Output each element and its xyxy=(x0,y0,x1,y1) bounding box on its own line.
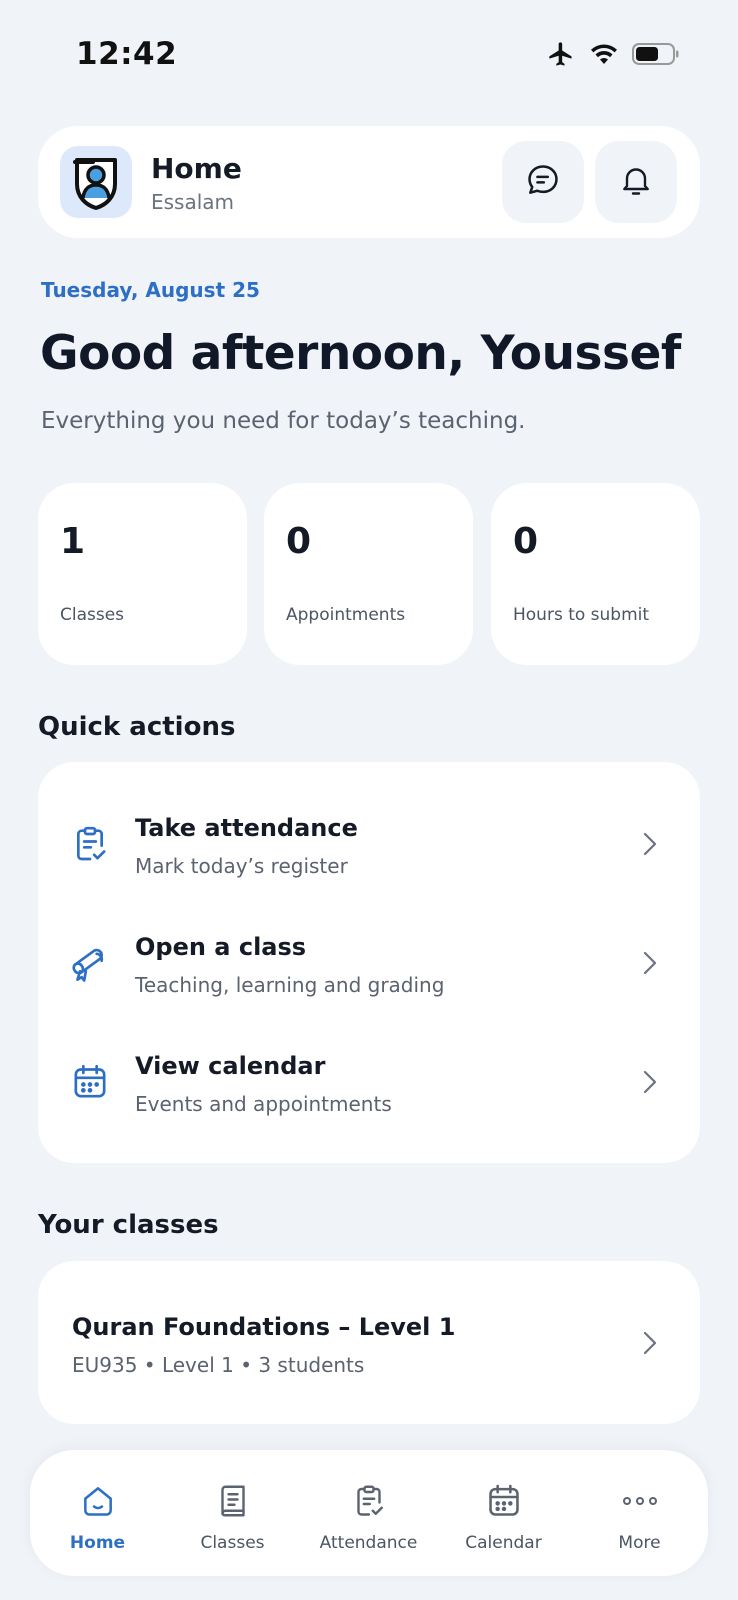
nav-item-attendance[interactable]: Attendance xyxy=(301,1450,436,1576)
stat-label: Appointments xyxy=(286,605,406,625)
bottom-nav: Home Classes Attendance Calendar More xyxy=(30,1450,708,1576)
calendar-icon xyxy=(436,1480,571,1522)
nav-label: Home xyxy=(69,1533,126,1553)
nav-label: Classes xyxy=(200,1533,265,1553)
quick-action-view-calendar[interactable]: View calendar Events and appointments xyxy=(38,1030,700,1140)
stat-card-appointments[interactable]: 0 Appointments xyxy=(264,483,473,665)
page-title: Home xyxy=(151,152,242,185)
quick-action-open-class[interactable]: Open a class Teaching, learning and grad… xyxy=(38,911,700,1021)
quick-actions-title: Quick actions xyxy=(38,712,236,742)
quick-action-description: Teaching, learning and grading xyxy=(135,973,445,997)
status-time: 12:42 xyxy=(76,36,178,72)
stat-value: 0 xyxy=(286,521,312,562)
greeting-subtitle: Everything you need for today’s teaching… xyxy=(41,408,526,434)
clipboard-check-icon xyxy=(68,822,112,866)
stat-value: 0 xyxy=(513,521,539,562)
quick-actions-card: Take attendance Mark today’s register Op… xyxy=(38,762,700,1163)
quick-action-label: Take attendance xyxy=(135,814,358,842)
chevron-right-icon xyxy=(638,1325,662,1361)
class-name: Quran Foundations – Level 1 xyxy=(72,1313,456,1341)
stat-value: 1 xyxy=(60,521,86,562)
diploma-icon xyxy=(68,941,112,985)
nav-label: More xyxy=(618,1533,661,1553)
chevron-right-icon xyxy=(638,945,662,981)
stat-card-hours-to-submit[interactable]: 0 Hours to submit xyxy=(491,483,700,665)
school-logo-icon xyxy=(60,146,132,218)
your-classes-title: Your classes xyxy=(38,1210,219,1240)
quick-action-description: Mark today’s register xyxy=(135,854,348,878)
class-card[interactable]: Quran Foundations – Level 1 EU935 • Leve… xyxy=(38,1261,700,1424)
messages-button[interactable] xyxy=(502,141,584,223)
stat-label: Hours to submit xyxy=(513,605,650,625)
nav-item-calendar[interactable]: Calendar xyxy=(436,1450,571,1576)
current-date: Tuesday, August 25 xyxy=(41,278,260,302)
nav-label: Calendar xyxy=(465,1533,542,1553)
airplane-mode-icon xyxy=(546,40,576,68)
clipboard-check-icon xyxy=(301,1480,436,1522)
stat-card-classes[interactable]: 1 Classes xyxy=(38,483,247,665)
calendar-icon xyxy=(68,1060,112,1104)
nav-item-classes[interactable]: Classes xyxy=(165,1450,300,1576)
chevron-right-icon xyxy=(638,826,662,862)
greeting-heading: Good afternoon, Youssef xyxy=(40,326,681,381)
battery-icon xyxy=(632,42,680,66)
chevron-right-icon xyxy=(638,1064,662,1100)
nav-item-home[interactable]: Home xyxy=(30,1450,165,1576)
chat-bubble-icon xyxy=(524,161,562,203)
quick-action-take-attendance[interactable]: Take attendance Mark today’s register xyxy=(38,792,700,902)
home-icon xyxy=(30,1480,165,1522)
more-dots-icon xyxy=(572,1480,707,1522)
quick-action-description: Events and appointments xyxy=(135,1092,392,1116)
nav-label: Attendance xyxy=(319,1533,418,1553)
wifi-icon xyxy=(590,43,618,65)
notifications-button[interactable] xyxy=(595,141,677,223)
book-icon xyxy=(165,1480,300,1522)
school-name: Essalam xyxy=(151,190,235,214)
stat-label: Classes xyxy=(60,605,125,625)
bell-icon xyxy=(618,161,654,203)
nav-item-more[interactable]: More xyxy=(572,1450,707,1576)
class-meta: EU935 • Level 1 • 3 students xyxy=(72,1353,365,1377)
quick-action-label: Open a class xyxy=(135,933,307,961)
quick-action-label: View calendar xyxy=(135,1052,326,1080)
status-bar: 12:42 xyxy=(0,0,738,110)
status-icons xyxy=(546,38,680,70)
header-card: Home Essalam xyxy=(38,126,700,238)
